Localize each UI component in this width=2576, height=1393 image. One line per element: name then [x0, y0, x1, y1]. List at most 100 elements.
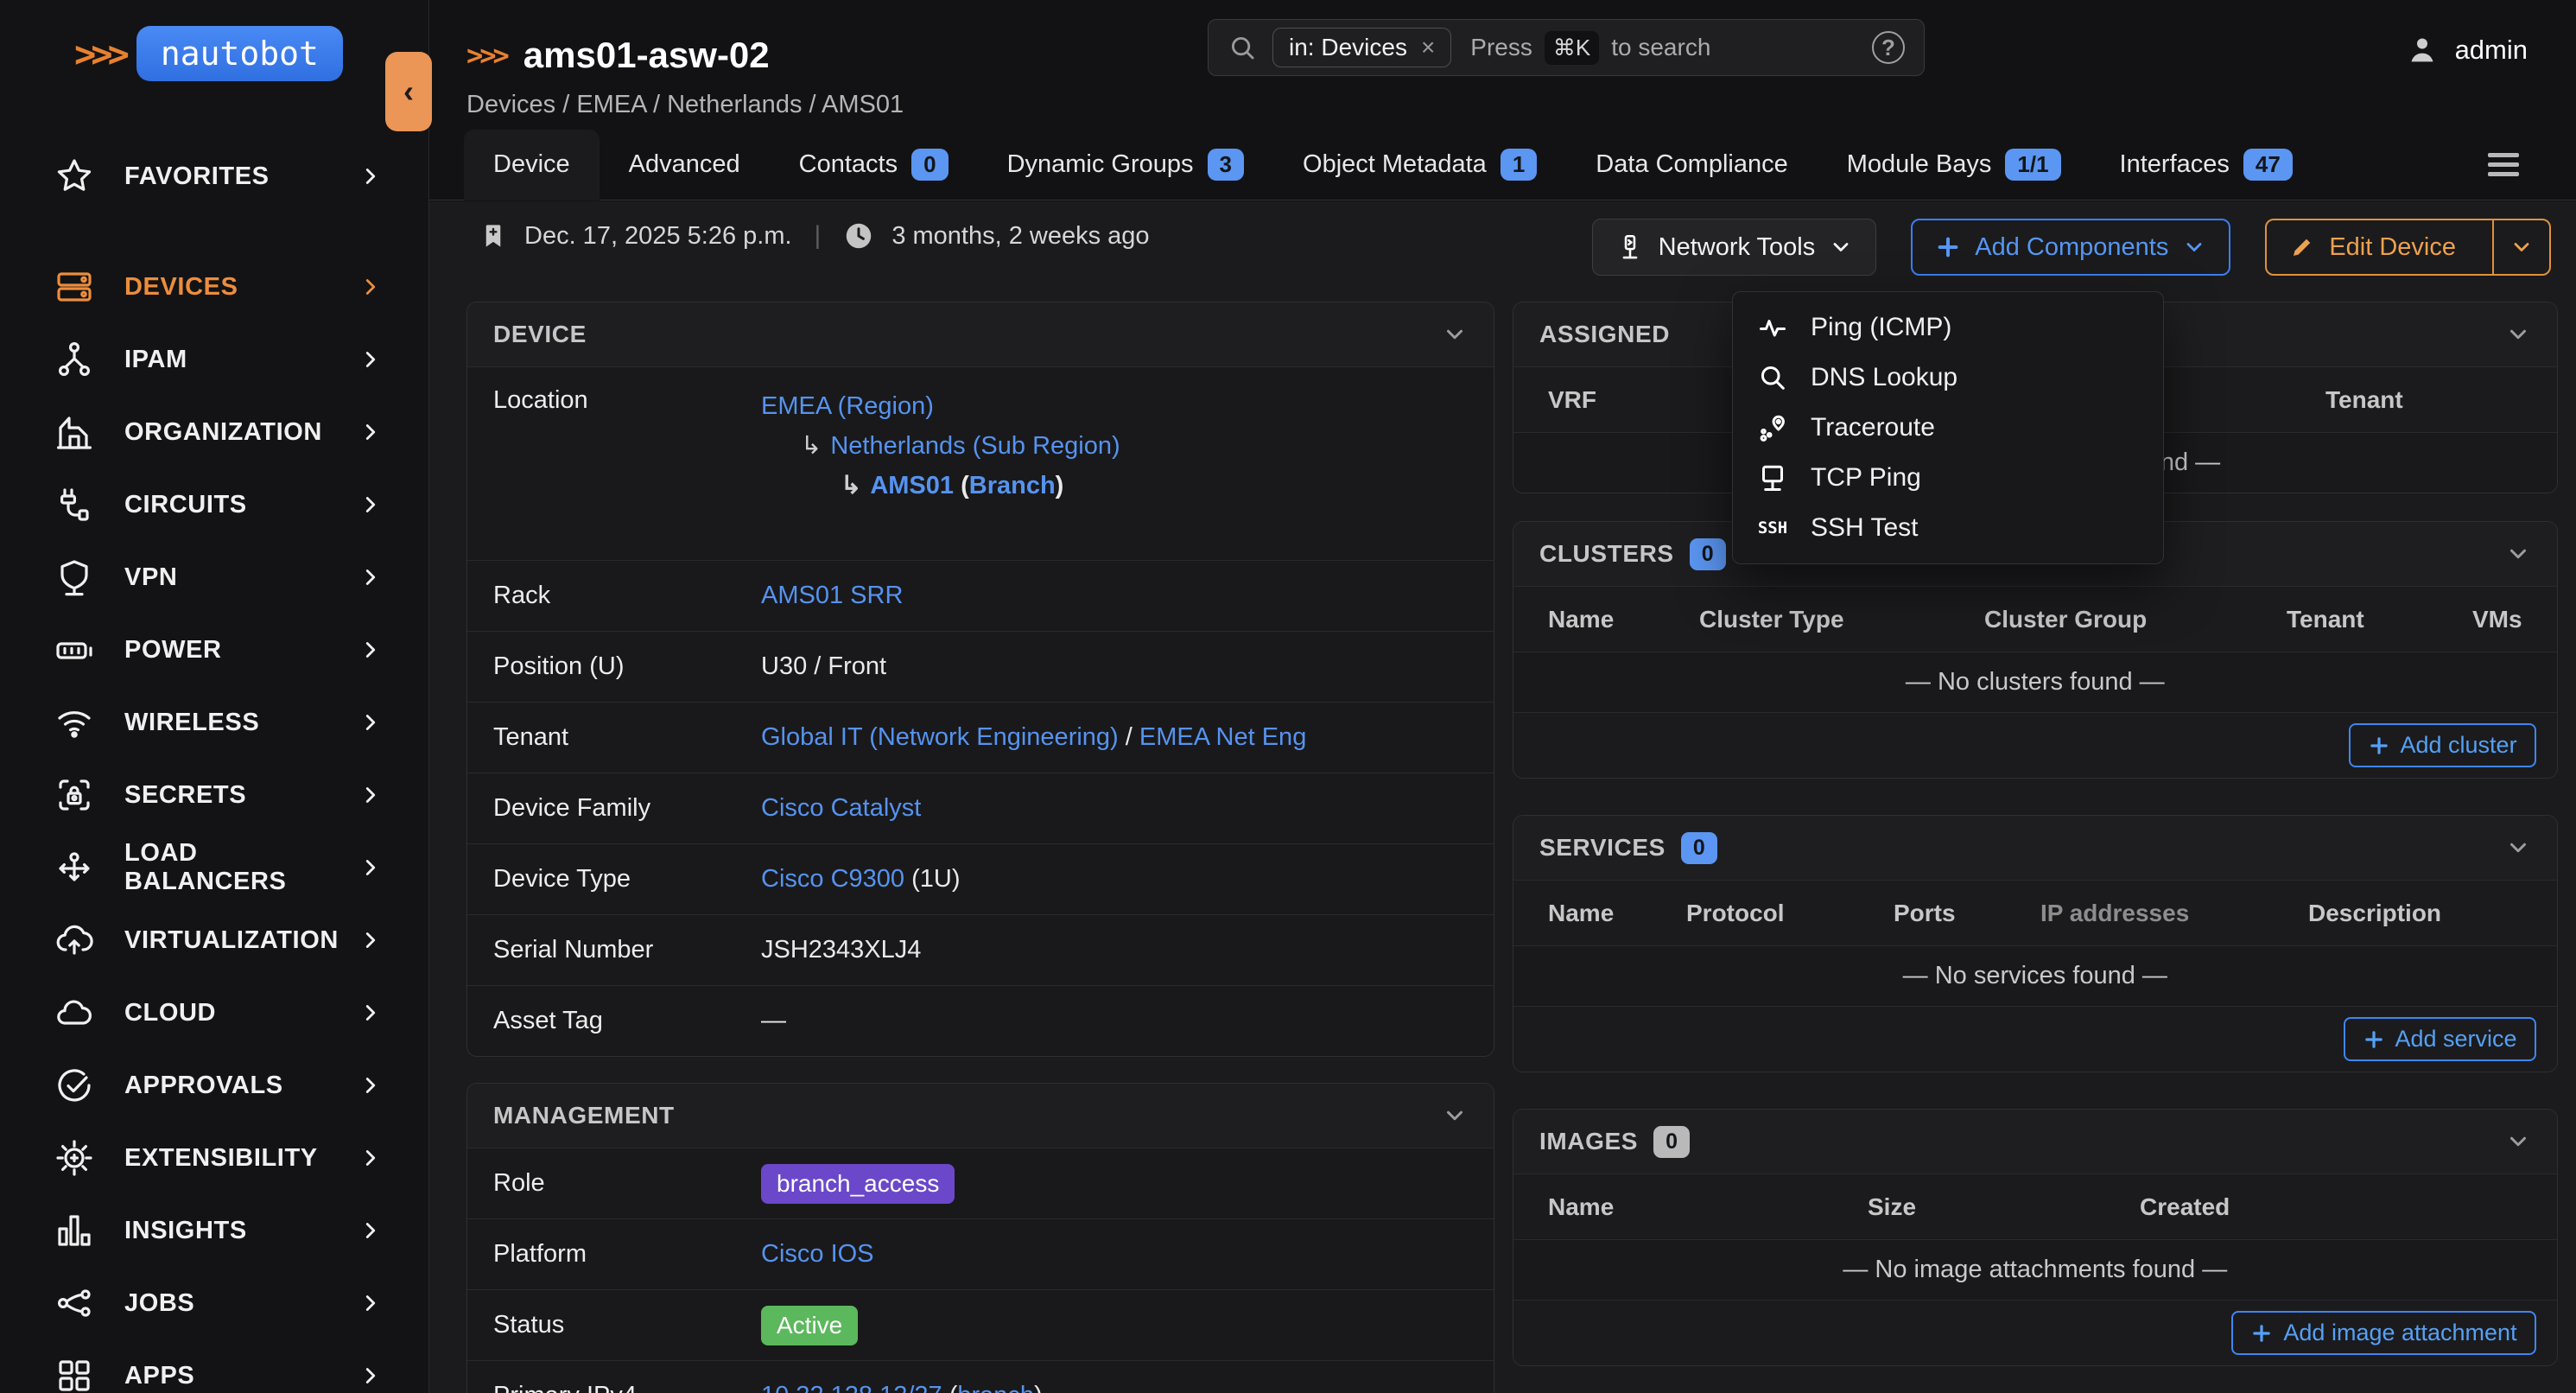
sidebar-item-virtualization[interactable]: VIRTUALIZATION: [0, 904, 428, 976]
tab-label: Module Bays: [1847, 150, 1992, 179]
field-label: Device Type: [493, 865, 761, 894]
sidebar-item-apps[interactable]: APPS: [0, 1339, 428, 1393]
add-image-attachment-label: Add image attachment: [2283, 1320, 2516, 1346]
sidebar-item-insights[interactable]: INSIGHTS: [0, 1194, 428, 1267]
table-header-row: Name Cluster Type Cluster Group Tenant V…: [1513, 586, 2557, 652]
platform-link[interactable]: Cisco IOS: [761, 1240, 874, 1268]
wifi-icon: [54, 702, 95, 743]
tenant-link[interactable]: EMEA Net Eng: [1139, 723, 1306, 751]
column-header: Name: [1548, 900, 1686, 927]
add-service-button[interactable]: Add service: [2344, 1017, 2536, 1061]
user-menu[interactable]: admin: [2405, 33, 2528, 67]
chevron-down-icon[interactable]: [1442, 321, 1468, 347]
bookmark-icon[interactable]: [479, 222, 507, 250]
sidebar-item-secrets[interactable]: SECRETS: [0, 759, 428, 831]
ipv4-link[interactable]: 10.32.128.12/27: [761, 1382, 942, 1393]
sidebar-item-ipam[interactable]: IPAM: [0, 323, 428, 396]
ssh-icon: SSH: [1755, 511, 1790, 545]
column-header: Cluster Type: [1699, 606, 1984, 633]
username: admin: [2455, 35, 2528, 66]
row-status: Status Active: [467, 1289, 1494, 1360]
location-link[interactable]: EMEA (Region): [761, 392, 934, 420]
sidebar-item-power[interactable]: POWER: [0, 614, 428, 686]
search-scope-chip[interactable]: in: Devices ×: [1272, 28, 1451, 67]
chevron-down-icon[interactable]: [1442, 1103, 1468, 1129]
pencil-icon: [2289, 234, 2315, 260]
tab-bar: Device Advanced Contacts0 Dynamic Groups…: [429, 130, 2576, 200]
sidebar-item-wireless[interactable]: WIRELESS: [0, 686, 428, 759]
brand-logo[interactable]: >>> nautobot: [0, 0, 428, 81]
chevron-down-icon[interactable]: [2505, 321, 2531, 347]
edit-device-caret[interactable]: [2492, 220, 2549, 274]
field-label: Position (U): [493, 652, 761, 681]
panel-footer: Add service: [1513, 1006, 2557, 1072]
tab-object-metadata[interactable]: Object Metadata1: [1273, 130, 1566, 200]
sidebar-item-devices[interactable]: DEVICES: [0, 251, 428, 323]
device-family-link[interactable]: Cisco Catalyst: [761, 794, 921, 822]
page-title: ams01-asw-02: [523, 35, 770, 76]
add-cluster-button[interactable]: Add cluster: [2349, 723, 2536, 767]
tab-data-compliance[interactable]: Data Compliance: [1566, 130, 1817, 200]
tab-contacts[interactable]: Contacts0: [770, 130, 978, 200]
menu-item-dns-lookup[interactable]: DNS Lookup: [1733, 353, 2163, 403]
sidebar-item-jobs[interactable]: JOBS: [0, 1267, 428, 1339]
tree-arrow-icon: ↳: [801, 432, 822, 460]
tab-overflow-menu-icon[interactable]: [2488, 153, 2519, 176]
ipv4-site-link[interactable]: branch: [957, 1382, 1034, 1393]
tab-label: Interfaces: [2120, 150, 2230, 179]
brand-logo-text: nautobot: [136, 26, 343, 81]
table-header-row: Name Size Created: [1513, 1174, 2557, 1239]
brand-chevrons-icon: >>>: [74, 33, 124, 75]
location-type-link[interactable]: Branch: [969, 472, 1056, 499]
add-service-label: Add service: [2395, 1026, 2517, 1053]
edit-device-button[interactable]: Edit Device: [2265, 219, 2551, 276]
sidebar-item-extensibility[interactable]: EXTENSIBILITY: [0, 1122, 428, 1194]
chevron-down-icon[interactable]: [2505, 835, 2531, 861]
sidebar-item-approvals[interactable]: APPROVALS: [0, 1049, 428, 1122]
edit-device-label: Edit Device: [2329, 233, 2456, 262]
menu-item-label: Ping (ICMP): [1811, 313, 1951, 342]
device-type-link[interactable]: Cisco C9300: [761, 865, 904, 893]
menu-item-traceroute[interactable]: Traceroute: [1733, 403, 2163, 453]
sidebar-item-vpn[interactable]: VPN: [0, 541, 428, 614]
tab-device[interactable]: Device: [464, 130, 600, 200]
add-image-attachment-button[interactable]: Add image attachment: [2231, 1311, 2535, 1355]
sidebar-item-label: WIRELESS: [124, 709, 358, 737]
tab-module-bays[interactable]: Module Bays1/1: [1818, 130, 2091, 200]
network-tools-label: Network Tools: [1659, 233, 1816, 262]
tab-advanced[interactable]: Advanced: [600, 130, 770, 200]
global-search-input[interactable]: in: Devices × Press ⌘K to search ?: [1208, 19, 1925, 76]
sidebar-collapse-button[interactable]: ‹: [385, 52, 432, 131]
menu-item-ssh-test[interactable]: SSH SSH Test: [1733, 503, 2163, 553]
route-icon: [1755, 410, 1790, 445]
updated-ago: 3 months, 2 weeks ago: [891, 222, 1149, 251]
tab-dynamic-groups[interactable]: Dynamic Groups3: [978, 130, 1273, 200]
building-icon: [54, 411, 95, 453]
edit-device-main[interactable]: Edit Device: [2267, 233, 2478, 262]
chevron-right-icon: [358, 1290, 384, 1316]
tab-interfaces[interactable]: Interfaces47: [2091, 130, 2322, 200]
sidebar-item-cloud[interactable]: CLOUD: [0, 976, 428, 1049]
location-link[interactable]: AMS01: [870, 472, 954, 499]
help-icon[interactable]: ?: [1872, 31, 1905, 64]
chevron-down-icon[interactable]: [2505, 541, 2531, 567]
chip-close-icon[interactable]: ×: [1421, 34, 1435, 61]
menu-item-ping-icmp[interactable]: Ping (ICMP): [1733, 302, 2163, 353]
sidebar-item-organization[interactable]: ORGANIZATION: [0, 396, 428, 468]
role-badge[interactable]: branch_access: [761, 1164, 955, 1204]
chevron-down-icon[interactable]: [2505, 1129, 2531, 1154]
sidebar-item-load-balancers[interactable]: LOAD BALANCERS: [0, 831, 428, 904]
sidebar-item-circuits[interactable]: CIRCUITS: [0, 468, 428, 541]
column-header: Created: [2140, 1193, 2522, 1221]
sidebar-item-label: VPN: [124, 563, 358, 592]
menu-item-tcp-ping[interactable]: TCP Ping: [1733, 453, 2163, 503]
rack-link[interactable]: AMS01 SRR: [761, 582, 903, 609]
tenant-group-link[interactable]: Global IT (Network Engineering): [761, 723, 1119, 751]
breadcrumb[interactable]: Devices / EMEA / Netherlands / AMS01: [466, 91, 904, 119]
network-tools-button[interactable]: Network Tools: [1592, 219, 1877, 276]
sidebar-item-favorites[interactable]: FAVORITES: [0, 140, 428, 213]
images-panel-header: IMAGES 0: [1513, 1110, 2557, 1174]
location-link[interactable]: Netherlands (Sub Region): [830, 432, 1120, 460]
add-components-button[interactable]: Add Components: [1911, 219, 2230, 276]
status-badge[interactable]: Active: [761, 1306, 858, 1345]
